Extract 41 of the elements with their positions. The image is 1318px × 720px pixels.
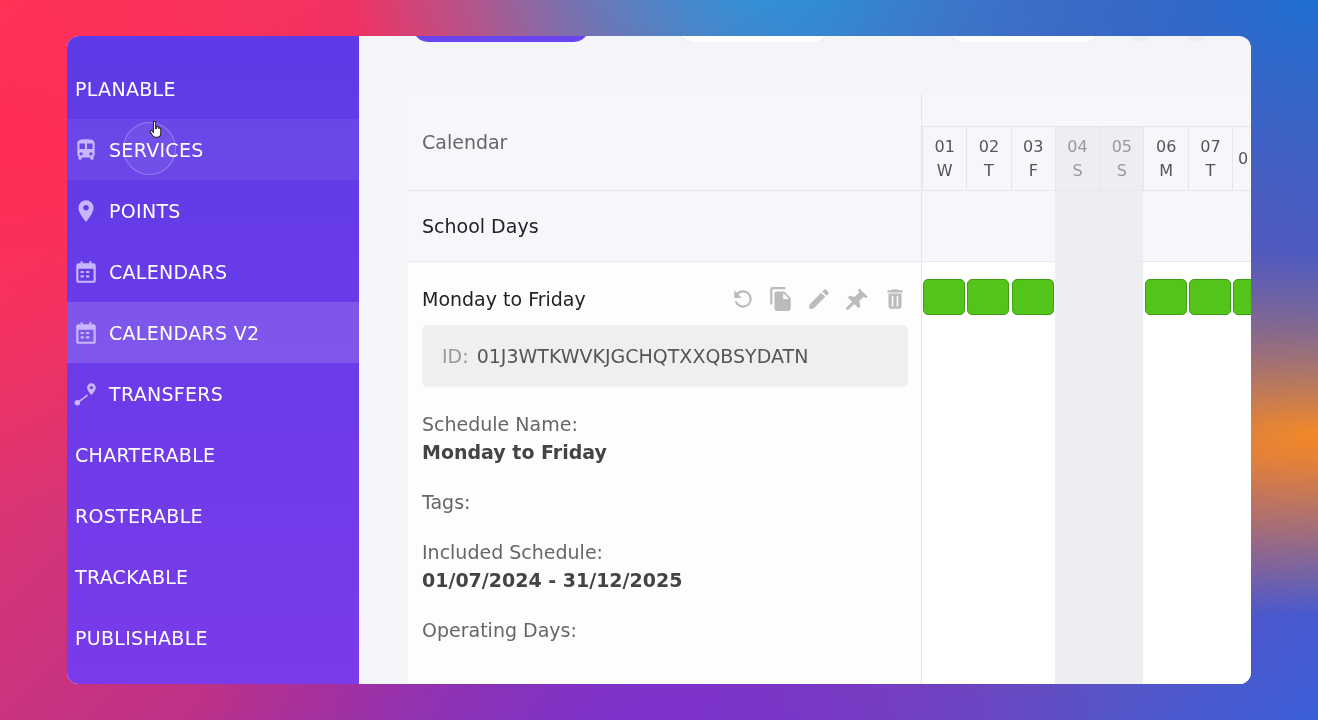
- copy-icon[interactable]: [768, 286, 794, 312]
- field-label: Operating Days:: [422, 618, 578, 642]
- route-icon: [73, 380, 99, 407]
- active-day-block[interactable]: [1188, 279, 1231, 315]
- calendar-icon: [73, 319, 99, 346]
- column-heading: Calendar: [422, 131, 508, 153]
- day-header-cell: 05 S: [1099, 126, 1144, 190]
- sidebar-section-heading[interactable]: PUBLISHABLE: [67, 607, 359, 668]
- field-value: 01/07/2024 - 31/12/2025: [422, 568, 684, 592]
- schedule-title: Monday to Friday: [422, 288, 586, 310]
- day-header-cell: 03 F: [1010, 126, 1055, 190]
- hand-cursor-icon: [149, 121, 163, 138]
- field-value: Monday to Friday: [422, 440, 608, 464]
- day-header-cell: 06 M: [1143, 126, 1188, 190]
- field-label: Included Schedule:: [422, 540, 604, 564]
- day-header-cell: 0: [1232, 126, 1251, 190]
- id-label: ID:: [442, 344, 469, 367]
- sidebar-section-heading[interactable]: TRACKABLE: [67, 546, 359, 607]
- day-header-cell: 04 S: [1054, 126, 1100, 190]
- active-day-block[interactable]: [923, 279, 966, 315]
- day-header-cell: 02 T: [966, 126, 1011, 190]
- sidebar-section-heading[interactable]: CHARTERABLE: [67, 424, 359, 485]
- sidebar-item[interactable]: SERVICES: [67, 119, 359, 180]
- sidebar-item[interactable]: CALENDARS: [67, 241, 359, 302]
- day-header-cell: 01 W: [922, 126, 967, 190]
- group-title: School Days: [422, 215, 539, 237]
- field-label: Tags:: [422, 490, 472, 514]
- active-day-block[interactable]: [967, 279, 1010, 315]
- sidebar-item[interactable]: CALENDARS V2: [67, 302, 359, 363]
- sidebar-item[interactable]: TRANSFERS: [67, 363, 359, 424]
- sidebar-item[interactable]: POINTS: [67, 180, 359, 241]
- sidebar-section-heading[interactable]: PLANABLE: [67, 58, 359, 119]
- active-day-block[interactable]: [1011, 279, 1054, 315]
- sidebar-section-heading[interactable]: ROSTERABLE: [67, 485, 359, 546]
- active-day-block[interactable]: [1144, 279, 1187, 315]
- pin-icon[interactable]: [844, 286, 870, 312]
- day-header-cell: 07 T: [1187, 126, 1233, 190]
- id-value: 01J3WTKWVKJGCHQTXXQBSYDATN: [476, 344, 809, 367]
- field-label: Schedule Name:: [422, 412, 579, 436]
- edit-icon[interactable]: [806, 286, 832, 312]
- calendar-icon: [73, 258, 99, 285]
